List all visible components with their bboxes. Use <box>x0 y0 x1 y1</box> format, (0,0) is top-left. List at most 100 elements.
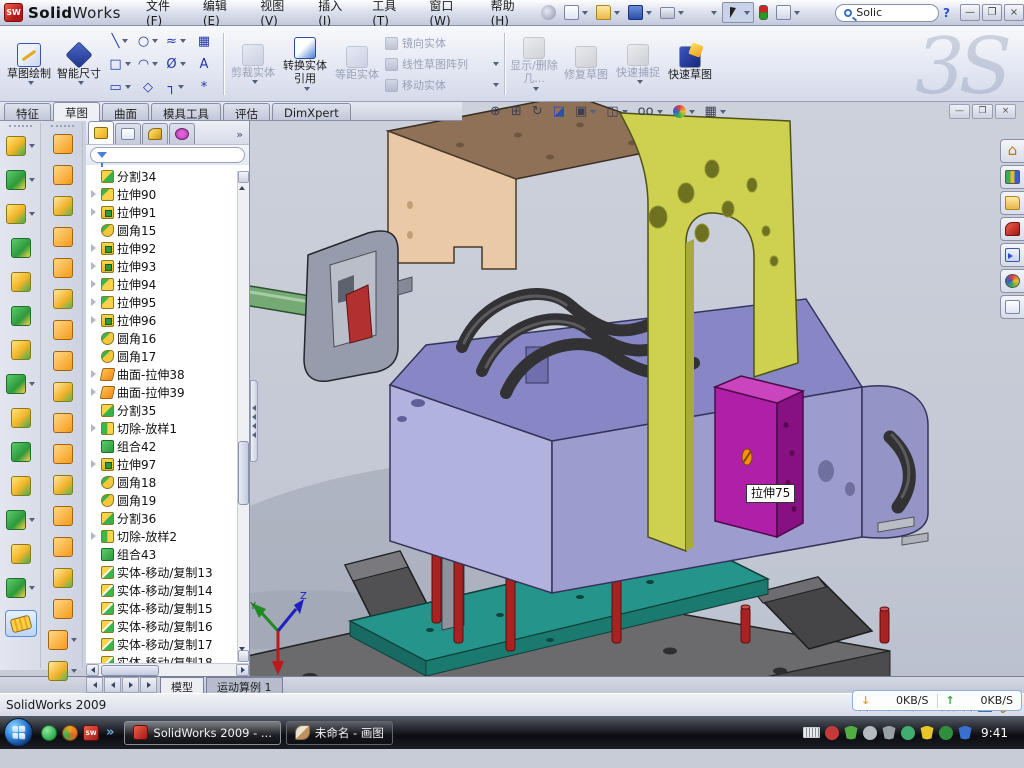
task-pane-toolbox-tab[interactable] <box>1000 217 1024 241</box>
taskbar-task-solidworks[interactable]: SolidWorks 2009 - ... <box>124 721 281 745</box>
spline-curve-icon[interactable] <box>47 657 78 685</box>
panel-chevron-button[interactable]: » <box>232 128 247 144</box>
expand-arrow-icon[interactable] <box>90 622 98 630</box>
doc-restore-button[interactable]: ❐ <box>972 104 993 119</box>
expand-arrow-icon[interactable] <box>90 370 98 378</box>
expand-arrow-icon[interactable] <box>90 244 98 252</box>
quicklaunch-ball-icon[interactable] <box>62 725 78 741</box>
tree-item[interactable]: 分割34 <box>88 167 249 185</box>
rapid-sketch-button[interactable]: 快速草图 <box>664 29 716 99</box>
ruled-surface-icon[interactable] <box>52 533 74 561</box>
hscroll-thumb[interactable] <box>101 665 159 676</box>
expand-arrow-icon[interactable] <box>90 190 98 198</box>
core-icon[interactable] <box>52 254 74 282</box>
scroll-left-button[interactable] <box>86 664 99 676</box>
expand-arrow-icon[interactable] <box>90 568 98 576</box>
shut-off-surface-icon[interactable] <box>52 161 74 189</box>
expand-arrow-icon[interactable] <box>90 532 98 540</box>
parting-line-icon[interactable] <box>52 130 74 158</box>
open-icon[interactable] <box>593 3 623 22</box>
tree-vertical-scrollbar[interactable] <box>237 171 249 662</box>
model-3d-view[interactable]: Y Z X <box>250 102 1024 676</box>
tree-item[interactable]: 圆角19 <box>88 491 249 509</box>
repair-sketch-button[interactable]: 修复草图 <box>560 29 612 99</box>
mirror-entities-button[interactable]: 镜向实体 <box>383 34 501 52</box>
sketch-button[interactable]: 草图绘制 <box>4 29 54 99</box>
expand-arrow-icon[interactable] <box>90 442 98 450</box>
area-hatch-icon[interactable]: ▦ <box>190 30 218 53</box>
prev-tab-button[interactable] <box>104 677 121 693</box>
circle-icon[interactable]: ○ <box>134 30 162 53</box>
fillet-feature-icon[interactable] <box>5 198 36 229</box>
expand-arrow-icon[interactable] <box>90 262 98 270</box>
zoom-area-icon[interactable]: ⊞ <box>509 104 524 119</box>
help-button[interactable]: ? <box>939 6 954 20</box>
tab-sketch[interactable]: 草图 <box>53 102 100 121</box>
tab-dimxpert[interactable]: DimXpert <box>272 103 351 120</box>
expand-arrow-icon[interactable] <box>90 496 98 504</box>
tree-item[interactable]: 圆角15 <box>88 221 249 239</box>
start-button[interactable] <box>4 718 33 747</box>
expand-arrow-icon[interactable] <box>90 460 98 468</box>
task-pane-palette-tab[interactable] <box>1000 243 1024 267</box>
filled-surface-icon[interactable] <box>52 440 74 468</box>
task-pane-resources-tab[interactable] <box>1000 139 1024 163</box>
expand-arrow-icon[interactable] <box>90 388 98 396</box>
doc-close-button[interactable]: × <box>995 104 1016 119</box>
tree-filter-input[interactable] <box>90 147 245 163</box>
reference-point-icon[interactable] <box>5 504 36 535</box>
task-pane-file-explorer-tab[interactable] <box>1000 191 1024 215</box>
point-icon[interactable]: * <box>190 76 218 99</box>
move-copy-body-icon[interactable] <box>10 470 32 501</box>
graphics-area[interactable]: Y Z X ⊕⊞↻◪▣◫oo●▦ — ❐ × 拉伸75 <box>250 102 1024 676</box>
tree-item[interactable]: 拉伸95 <box>88 293 249 311</box>
restore-button[interactable]: ❐ <box>982 4 1002 21</box>
expand-arrow-icon[interactable] <box>90 298 98 306</box>
expand-arrow-icon[interactable] <box>90 406 98 414</box>
tree-item[interactable]: 圆角18 <box>88 473 249 491</box>
minimize-button[interactable]: — <box>960 4 980 21</box>
hide-show-items-icon[interactable]: oo <box>636 104 665 119</box>
tree-item[interactable]: 拉伸97 <box>88 455 249 473</box>
extend-surface-icon[interactable] <box>52 595 74 623</box>
reference-point-2-icon[interactable] <box>47 626 78 654</box>
quicklaunch-solidworks-icon[interactable]: SW <box>83 725 99 741</box>
tray-certificate-icon[interactable] <box>863 726 877 740</box>
instant3d-button[interactable] <box>5 610 37 637</box>
line-icon[interactable]: ╲ <box>106 30 134 53</box>
pin-icon[interactable] <box>538 3 559 22</box>
tray-security-icon[interactable] <box>939 726 953 740</box>
offset-surface-icon[interactable] <box>52 502 74 530</box>
helix-curve-icon[interactable] <box>5 572 36 603</box>
slot-icon[interactable]: ▭ <box>106 76 134 99</box>
next-tab-button[interactable] <box>122 677 139 693</box>
task-pane-design-library-tab[interactable] <box>1000 165 1024 189</box>
task-pane-appearances-tab[interactable] <box>1000 269 1024 293</box>
expand-arrow-icon[interactable] <box>90 550 98 558</box>
ellipse-icon[interactable]: Ø <box>162 53 190 76</box>
save-icon[interactable] <box>625 3 655 22</box>
tray-antivirus-icon[interactable] <box>825 726 839 740</box>
motion-study-tab[interactable]: 运动算例 1 <box>206 677 283 693</box>
task-pane-custom-properties-tab[interactable] <box>1000 295 1024 319</box>
expand-arrow-icon[interactable] <box>90 586 98 594</box>
tree-item[interactable]: 分割35 <box>88 401 249 419</box>
tree-item[interactable]: 拉伸94 <box>88 275 249 293</box>
offset-entities-button[interactable]: 等距实体 <box>331 29 383 99</box>
tree-item[interactable]: 拉伸96 <box>88 311 249 329</box>
move-entities-button[interactable]: 移动实体 <box>383 76 501 94</box>
scroll-up-button[interactable] <box>238 171 249 183</box>
expand-arrow-icon[interactable] <box>90 334 98 342</box>
expand-arrow-icon[interactable] <box>90 640 98 648</box>
ime-icon[interactable] <box>805 3 829 22</box>
configurationmanager-tab[interactable] <box>142 123 168 144</box>
tree-item[interactable]: 实体-移动/复制15 <box>88 599 249 617</box>
tray-warning-icon[interactable] <box>920 726 934 740</box>
parting-surface-icon[interactable] <box>52 192 74 220</box>
extruded-surface-icon[interactable] <box>52 316 74 344</box>
sketch-fillet-icon[interactable]: ┐ <box>162 76 190 99</box>
options-icon[interactable] <box>773 3 803 22</box>
linear-sketch-pattern-button[interactable]: 线性草图阵列 <box>383 55 501 73</box>
revolved-surface-icon[interactable] <box>52 347 74 375</box>
split-body-icon[interactable] <box>10 436 32 467</box>
